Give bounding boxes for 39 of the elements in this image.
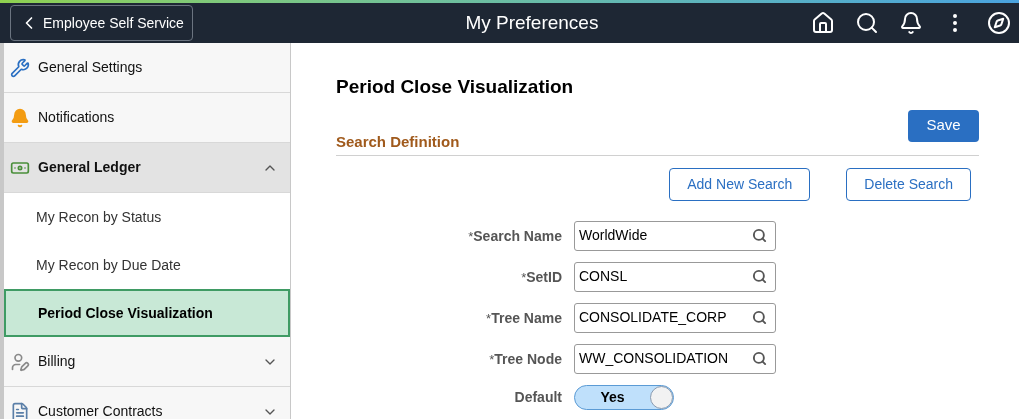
section-title: Search Definition	[336, 132, 460, 150]
lookup-field[interactable]: WW_CONSOLIDATION	[574, 343, 776, 374]
field-label: Tree Node	[494, 350, 562, 367]
search-icon[interactable]	[855, 11, 879, 35]
sidebar-subitem[interactable]: My Recon by Due Date	[4, 241, 290, 289]
sidebar-item[interactable]: General Settings	[4, 43, 290, 93]
lookup-field[interactable]: CONSOLIDATE_CORP	[574, 302, 776, 333]
sidebar-subitem[interactable]: My Recon by Status	[4, 193, 290, 241]
sidebar-item[interactable]: Billing	[4, 337, 290, 387]
search-icon[interactable]	[752, 310, 767, 325]
field-label: Search Name	[473, 227, 562, 244]
action-button[interactable]: Delete Search	[846, 167, 971, 201]
field-label: SetID	[526, 268, 562, 285]
required-mark: *	[486, 310, 492, 326]
field-label: Default	[514, 389, 562, 405]
required-mark: *	[489, 351, 495, 367]
lookup-field[interactable]: CONSL	[574, 261, 776, 292]
search-icon[interactable]	[752, 351, 767, 366]
sidebar-subitem[interactable]: Period Close Visualization	[4, 289, 290, 337]
content-title: Period Close Visualization	[336, 75, 575, 99]
field-label: Tree Name	[491, 309, 562, 326]
search-icon[interactable]	[752, 228, 767, 243]
save-button[interactable]: Save	[908, 109, 979, 142]
document-icon	[10, 401, 30, 419]
required-mark: *	[468, 228, 474, 244]
required-mark: *	[521, 269, 527, 285]
bell-icon[interactable]	[899, 11, 923, 35]
search-icon[interactable]	[752, 269, 767, 284]
home-icon[interactable]	[811, 11, 835, 35]
user-pen-icon	[10, 351, 30, 372]
bell-icon	[10, 107, 30, 128]
lookup-field[interactable]: WorldWide	[574, 220, 776, 251]
wrench-icon	[10, 57, 30, 78]
compass-icon[interactable]	[987, 11, 1011, 35]
back-button[interactable]: Employee Self Service	[10, 5, 193, 41]
sidebar-item[interactable]: Customer Contracts	[4, 387, 290, 419]
action-button[interactable]: Add New Search	[669, 167, 811, 201]
page-title: My Preferences	[465, 10, 599, 35]
toggle-switch[interactable]: Yes	[574, 384, 674, 410]
